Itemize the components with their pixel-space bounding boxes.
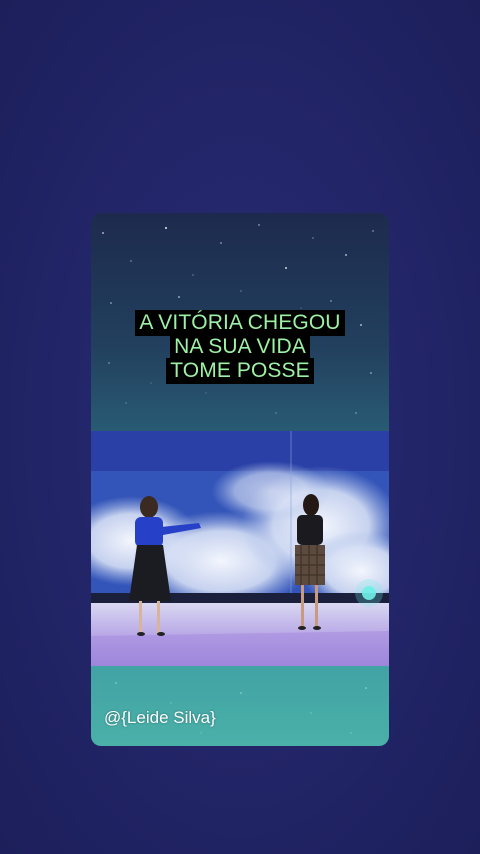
video-frame[interactable] — [91, 431, 389, 666]
creator-watermark: @{Leide Silva} — [104, 708, 216, 727]
stage-scene — [91, 431, 389, 666]
story-card[interactable]: A VITÓRIA CHEGOU NA SUA VIDA TOME POSSE — [91, 213, 389, 746]
caption-line-3: TOME POSSE — [166, 358, 314, 384]
caption-overlay: A VITÓRIA CHEGOU NA SUA VIDA TOME POSSE — [91, 310, 389, 384]
caption-line-2: NA SUA VIDA — [170, 334, 310, 360]
caption-line-1: A VITÓRIA CHEGOU — [135, 310, 345, 336]
